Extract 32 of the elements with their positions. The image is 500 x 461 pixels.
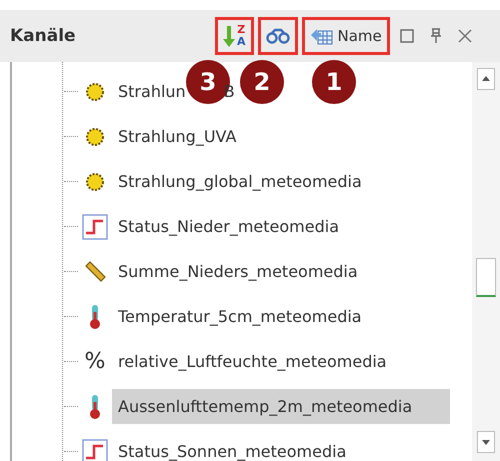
thermometer-icon bbox=[88, 304, 102, 330]
callout-badge: 2 bbox=[240, 60, 284, 104]
pin-icon[interactable] bbox=[430, 28, 442, 44]
tree-item[interactable]: Temperatur_5cm_meteomedia bbox=[112, 299, 368, 334]
tree-item[interactable]: Strahlun bbox=[112, 74, 192, 109]
tree-item[interactable]: relative_Luftfeuchte_meteomedia bbox=[112, 344, 393, 379]
tree-item[interactable]: Strahlung_global_meteomedia bbox=[112, 164, 368, 199]
name-button[interactable]: Name bbox=[302, 17, 390, 55]
scroll-down-icon[interactable] bbox=[477, 431, 495, 453]
scroll-up-icon[interactable] bbox=[477, 68, 495, 90]
sun-icon bbox=[84, 170, 106, 192]
sun-icon bbox=[84, 126, 106, 148]
tree-item[interactable]: Summe_Nieders_meteomedia bbox=[112, 254, 364, 289]
maximize-icon[interactable] bbox=[400, 29, 414, 43]
sort-button[interactable]: Z A bbox=[215, 17, 254, 55]
close-icon[interactable] bbox=[458, 29, 472, 43]
tree-item[interactable]: Aussenlufttememp_2m_meteomedia bbox=[112, 389, 450, 424]
find-button[interactable] bbox=[258, 17, 298, 55]
tree-item[interactable]: Status_Sonnen_meteomedia bbox=[112, 434, 352, 461]
callout-badge: 1 bbox=[312, 60, 356, 104]
tree-item[interactable]: Strahlung_UVA bbox=[112, 119, 242, 154]
binoculars-icon bbox=[266, 28, 290, 44]
arrow-down-icon bbox=[223, 24, 235, 48]
scrollbar[interactable] bbox=[472, 62, 500, 461]
step-signal-icon bbox=[82, 214, 108, 240]
ruler-icon bbox=[83, 260, 107, 284]
thermometer-icon bbox=[88, 394, 102, 420]
tree-item[interactable]: Status_Nieder_meteomedia bbox=[112, 209, 345, 244]
scroll-thumb[interactable] bbox=[476, 258, 496, 297]
panel-title: Kanäle bbox=[10, 26, 77, 46]
percent-icon: % bbox=[84, 349, 106, 374]
sun-icon bbox=[84, 80, 106, 102]
